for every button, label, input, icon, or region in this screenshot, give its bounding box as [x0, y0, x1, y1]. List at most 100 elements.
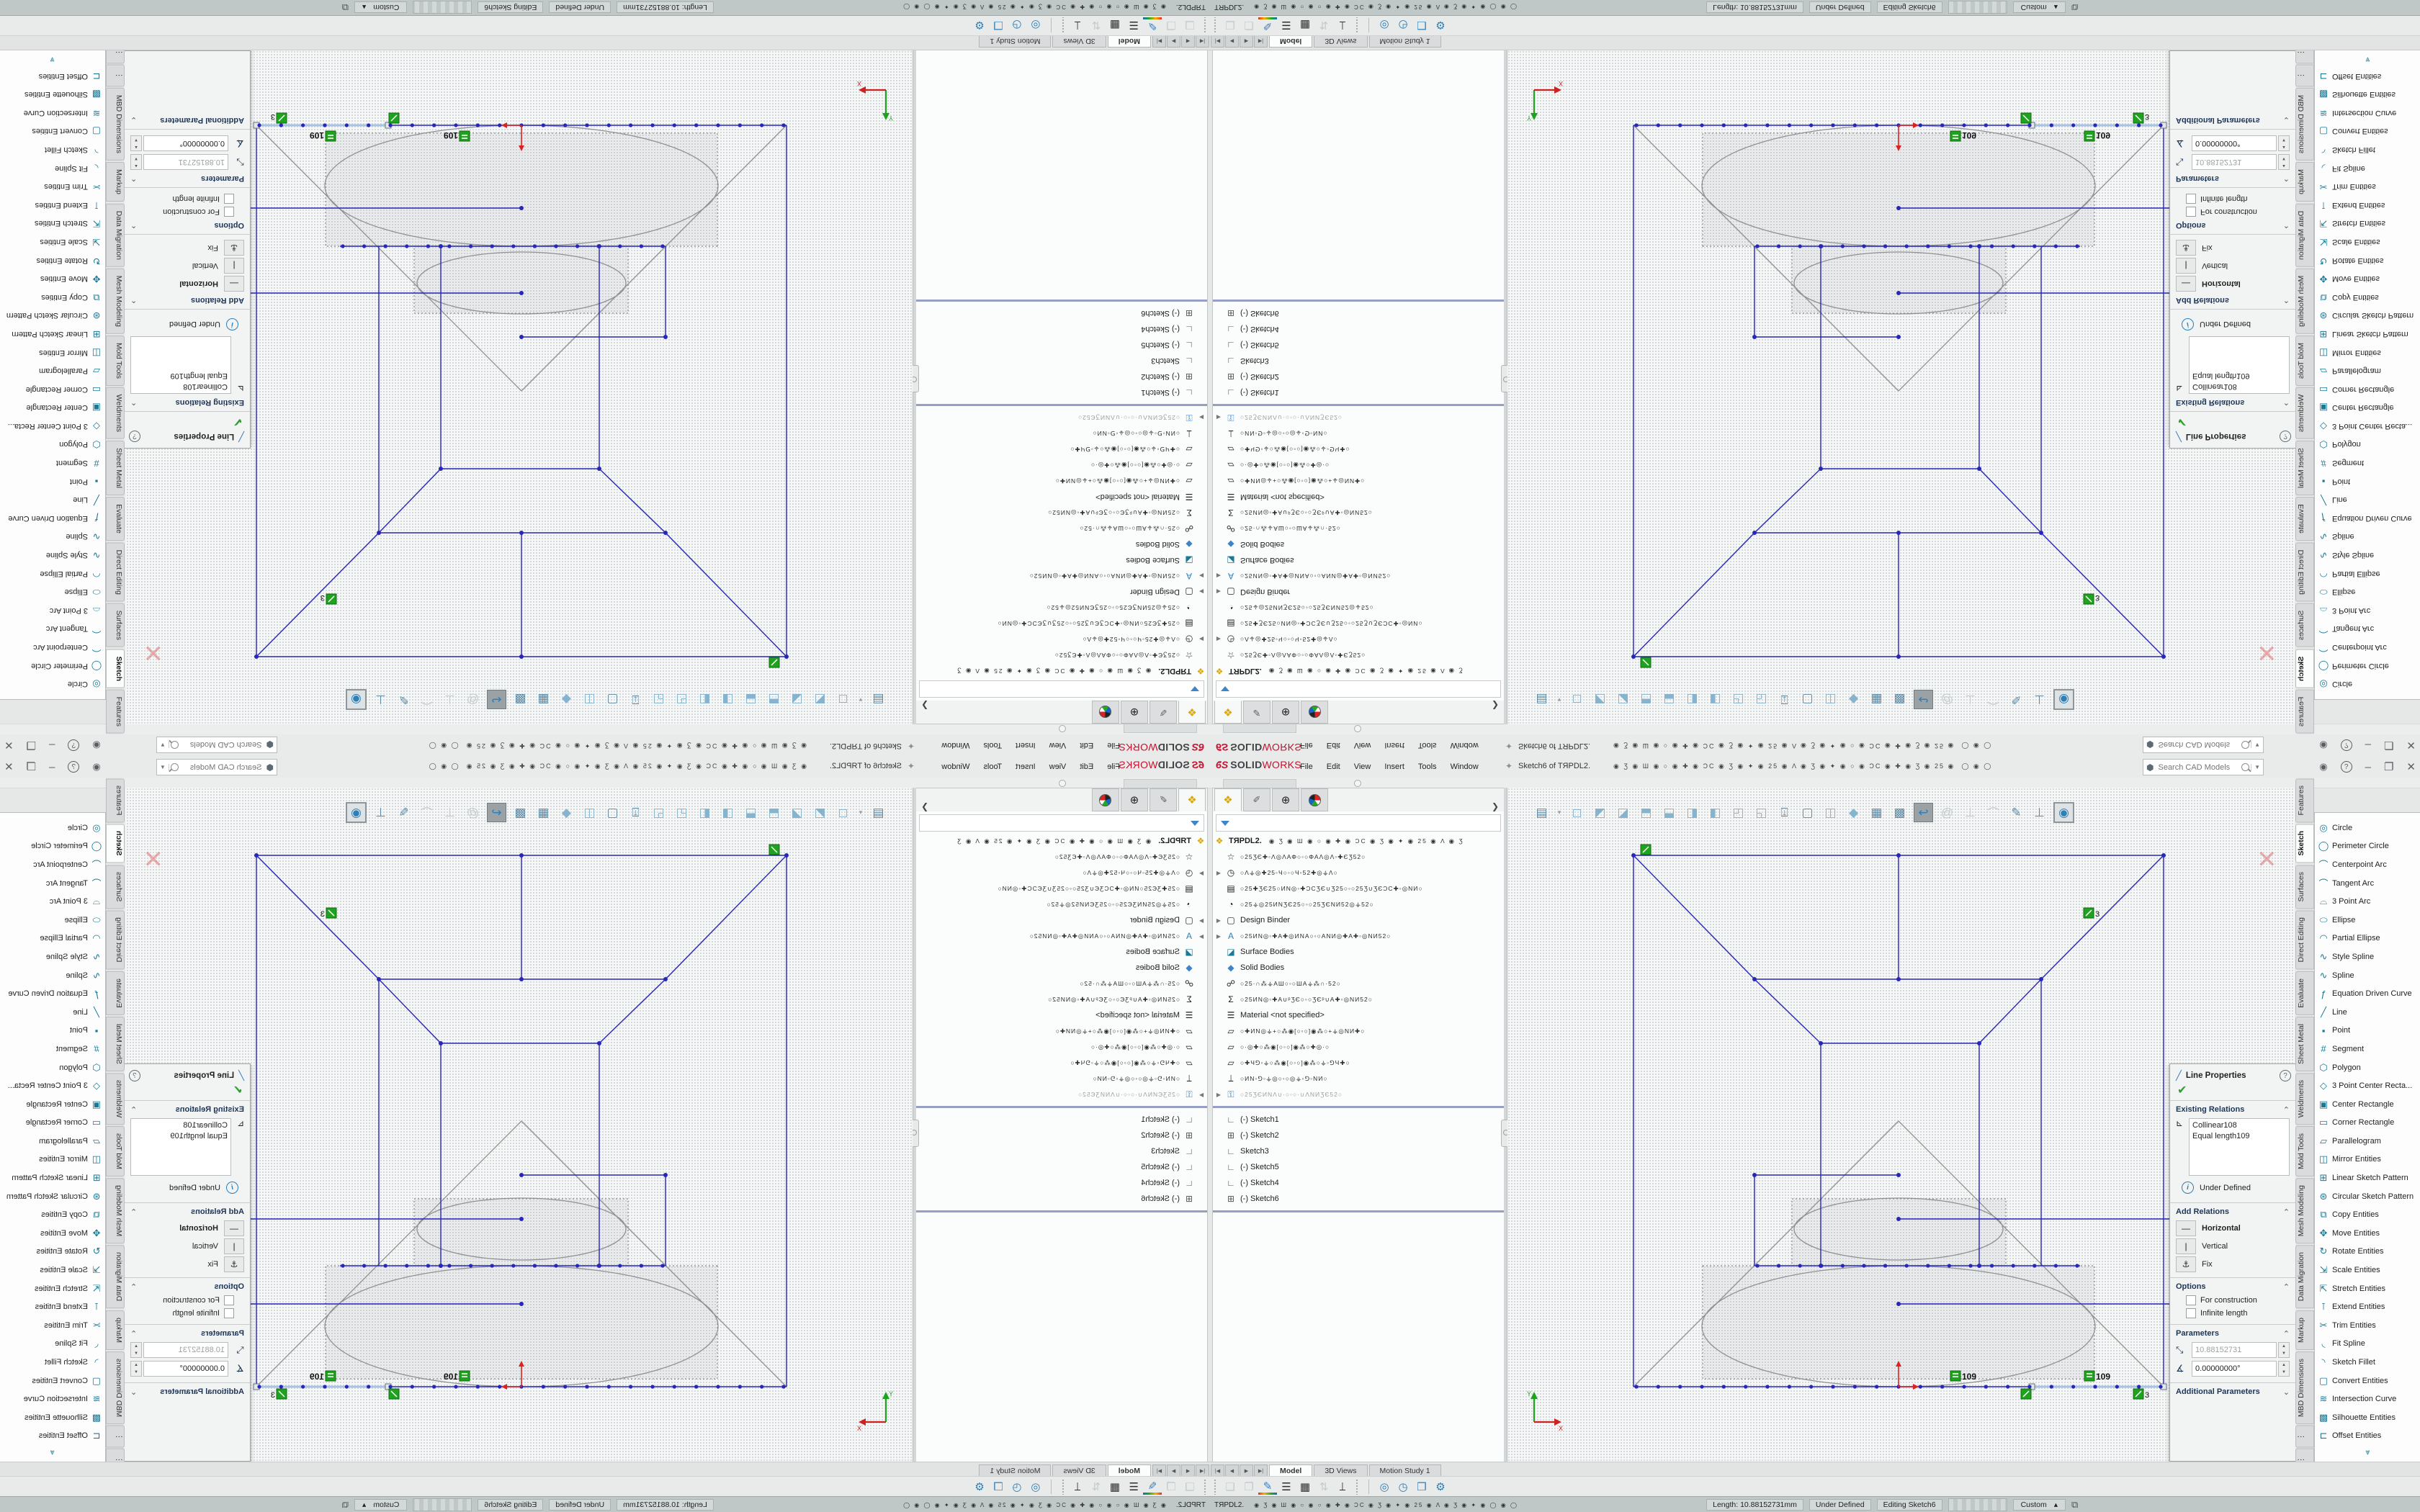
- sketch-line[interactable]: [1979, 979, 2041, 1043]
- equal-relation-icon[interactable]: [1950, 1371, 1960, 1381]
- menu-item-perimeter-circle[interactable]: ◯Perimeter Circle: [2315, 837, 2420, 856]
- menu-item-linear-sketch-pattern[interactable]: ⊞Linear Sketch Pattern: [0, 325, 105, 343]
- sketch-point[interactable]: [2039, 977, 2043, 981]
- minimize-button[interactable]: –: [2365, 739, 2371, 752]
- expand-arrow-icon[interactable]: ▶: [1196, 636, 1207, 643]
- sketch-point[interactable]: [377, 977, 381, 981]
- restore-button[interactable]: ❐: [27, 739, 36, 752]
- menu-item-center-rectangle[interactable]: ▣Center Rectangle: [2315, 1095, 2420, 1114]
- sketch-point[interactable]: [1700, 123, 1703, 127]
- menu-item-three-point-center-rectangle[interactable]: ◇3 Point Center Recta...: [2315, 1076, 2420, 1095]
- equal-relation-icon[interactable]: [2084, 1371, 2094, 1381]
- sketch-point[interactable]: [2039, 531, 2043, 535]
- spin-up-icon[interactable]: ▲: [2279, 162, 2289, 169]
- tree-item-material[interactable]: ☰Material <not specified>: [915, 1007, 1207, 1023]
- spinner[interactable]: ▲▼: [130, 154, 142, 170]
- confirmation-corner-close-icon[interactable]: ✕: [2257, 638, 2277, 667]
- menu-item-move-entities[interactable]: ✥Move Entities: [2315, 269, 2420, 288]
- status-tag-icon[interactable]: ⧉: [342, 1499, 349, 1511]
- command-tab--[interactable]: ⋮: [106, 1426, 125, 1448]
- menu-item-tangent-arc[interactable]: ⌒Tangent Arc: [0, 874, 105, 893]
- menu-item-convert-entities[interactable]: ▢Convert Entities: [2315, 1372, 2420, 1390]
- sketch-point[interactable]: [1765, 123, 1769, 127]
- sketch-point[interactable]: [439, 244, 443, 248]
- annotation-ghost-icon[interactable]: @: [1938, 804, 1956, 822]
- view-cube-wire-5-icon[interactable]: ⬓: [1660, 690, 1678, 708]
- collapse-caret-icon[interactable]: ⌃: [2283, 397, 2290, 407]
- command-tab-features[interactable]: Features: [2295, 690, 2314, 734]
- tab-3d-views[interactable]: 3D Views: [1314, 1464, 1367, 1477]
- toolbar-handle-icon[interactable]: [1059, 725, 1066, 732]
- pin-icon[interactable]: ✦: [1505, 761, 1512, 771]
- sketch-point[interactable]: [2115, 123, 2119, 127]
- sketch-line[interactable]: [1634, 533, 1754, 657]
- menu-item-intersection-curve[interactable]: ≋Intersection Curve: [2315, 1390, 2420, 1408]
- tree-item-sketch[interactable]: ∟(-) Sketch4: [1213, 321, 1505, 337]
- checkbox[interactable]: [2186, 1308, 2196, 1318]
- shaded-view-icon[interactable]: ◆: [557, 690, 575, 708]
- parameter-value[interactable]: 0.00000000°: [143, 135, 228, 151]
- status-tag-icon[interactable]: ⧉: [2071, 1, 2078, 13]
- menu-item-three-point-center-rectangle[interactable]: ◇3 Point Center Recta...: [2315, 417, 2420, 436]
- tree-item-sketch-grid[interactable]: ⊞(-) Sketch2: [915, 369, 1207, 384]
- sketch-point[interactable]: [1919, 123, 1922, 127]
- sketch-point[interactable]: [1940, 123, 1944, 127]
- menu-item-scale-entities[interactable]: ⇲Scale Entities: [2315, 233, 2420, 251]
- relations-listbox[interactable]: Collinear108Equal length109: [130, 1118, 231, 1176]
- sketch-point[interactable]: [454, 1385, 457, 1388]
- command-tab-surfaces[interactable]: Surfaces: [2295, 865, 2314, 909]
- tree-item-plane[interactable]: ▱○·◎✚○⁂◉[○◦○]◉⁂○✚◎·○: [915, 1039, 1207, 1055]
- tab-nav-button[interactable]: |◀: [1211, 1464, 1224, 1477]
- relation-badge-count[interactable]: 3: [2145, 1391, 2149, 1400]
- menu-item-trim-entities[interactable]: ✂Trim Entities: [0, 177, 105, 196]
- sketch-point[interactable]: [1819, 1264, 1823, 1268]
- command-tab-markup[interactable]: Markup: [2295, 162, 2314, 202]
- tree-item-equations[interactable]: Σ○25ИN◎◦✚Α∪ᵖƷЄ○◦○ƷЄᵖ∪Α✚◦◎NИ52○: [915, 991, 1207, 1007]
- tree-item-equations[interactable]: Σ○25ИN◎◦✚Α∪ᵖƷЄ○◦○ƷЄᵖ∪Α✚◦◎NИ52○: [1213, 991, 1505, 1007]
- surface-ghost-1-icon[interactable]: ❏: [1180, 1480, 1199, 1493]
- add-relation-fix-anchor[interactable]: ⚓Fix: [2176, 240, 2290, 256]
- equal-relation-icon[interactable]: [1950, 131, 1960, 141]
- parameter-value[interactable]: 0.00000000°: [143, 1361, 228, 1377]
- sketch-point[interactable]: [650, 123, 654, 127]
- menu-item-rotate-entities[interactable]: ↻Rotate Entities: [0, 1243, 105, 1261]
- menu-item-linear-sketch-pattern[interactable]: ⊞Linear Sketch Pattern: [0, 1169, 105, 1187]
- view-cube-wire-1-icon[interactable]: ◻: [834, 804, 852, 822]
- sketch-point[interactable]: [2071, 123, 2075, 127]
- tab-nav-button[interactable]: ◀: [1225, 1464, 1239, 1477]
- quick-access-toolbar[interactable]: ◉ Ʒ ◉ Ш ◉ ○ ◉ ✚ ◉ ƆC ◉ Ʒ ◉ ✦ ◉ 25 ◉ Λ ◉ …: [1613, 762, 2139, 770]
- menu-more-chevron-icon[interactable]: ⩔: [2315, 1448, 2420, 1457]
- sketch-line[interactable]: [1754, 979, 1821, 1043]
- spinner[interactable]: ▲▼: [130, 135, 142, 151]
- menu-item-perimeter-circle[interactable]: ◯Perimeter Circle: [0, 657, 105, 675]
- tree-item-design-binder[interactable]: ▶▢Design Binder: [915, 912, 1207, 928]
- spin-down-icon[interactable]: ▼: [131, 1369, 141, 1376]
- tab-model[interactable]: Model: [1269, 1464, 1312, 1477]
- menu-file[interactable]: File: [1105, 761, 1122, 773]
- triad-x-label[interactable]: X: [857, 80, 861, 87]
- arrows-ghost-icon[interactable]: ⇅: [1087, 1480, 1106, 1493]
- command-tab--[interactable]: ⋮: [106, 65, 125, 87]
- add-relation-vertical[interactable]: |Vertical: [130, 258, 244, 274]
- expand-arrow-icon[interactable]: ▶: [1196, 933, 1207, 940]
- search-box[interactable]: ⬢ ▼: [156, 759, 277, 775]
- tab-property-manager[interactable]: ✐: [1150, 701, 1177, 724]
- sketch-point[interactable]: [1896, 206, 1901, 210]
- tree-item-plane[interactable]: ▱○✚ИN◎⚶+○⁂◉[○◦○]◉⁂○+⚶◎NИ✚○: [1213, 1023, 1505, 1039]
- command-tab-sketch[interactable]: Sketch: [2295, 824, 2314, 863]
- menu-insert[interactable]: Insert: [1013, 739, 1038, 751]
- sketch-line[interactable]: [379, 979, 441, 1043]
- sketch-point[interactable]: [694, 1385, 698, 1388]
- tree-filter-box[interactable]: [919, 680, 1204, 698]
- checkbox[interactable]: [2186, 1295, 2196, 1305]
- view-cube-wire-3-icon[interactable]: ◪: [788, 804, 806, 822]
- help-icon[interactable]: ?: [68, 739, 79, 751]
- search-icon[interactable]: [2241, 741, 2249, 749]
- add-relation-horizontal[interactable]: —Horizontal: [130, 1220, 244, 1236]
- dimension-label[interactable]: 109: [310, 130, 324, 140]
- pen-tool-icon[interactable]: ✎: [2007, 690, 2025, 708]
- command-tab-data-migration[interactable]: Data Migration: [106, 204, 125, 267]
- sketch-point[interactable]: [1722, 1385, 1726, 1388]
- sketch-point[interactable]: [2054, 1264, 2058, 1267]
- triad-x-label[interactable]: X: [857, 1425, 861, 1432]
